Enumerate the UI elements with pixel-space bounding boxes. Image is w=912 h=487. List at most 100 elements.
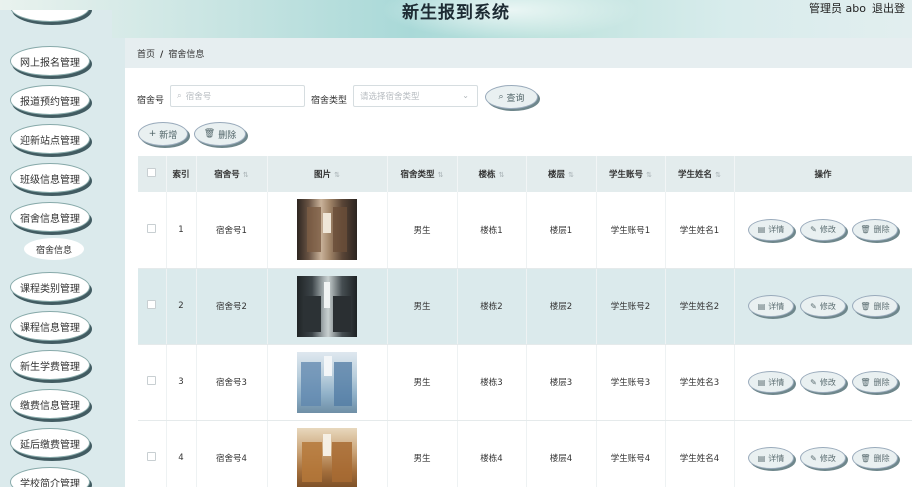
edit-button[interactable]: ✎ 修改 <box>800 295 846 317</box>
sort-icon[interactable]: ⇅ <box>715 171 721 179</box>
delete-button[interactable]: 🗑 删除 <box>852 295 898 317</box>
type-select[interactable]: 请选择宿舍类型 ⌄ <box>353 85 478 107</box>
trash-icon: 🗑 <box>860 377 871 387</box>
header-image[interactable]: 图片 ⇅ <box>267 156 388 192</box>
edit-button[interactable]: ✎ 修改 <box>800 218 846 241</box>
pencil-icon: ✎ <box>810 377 817 387</box>
sort-icon[interactable]: ⇅ <box>334 171 340 179</box>
dorm-photo[interactable] <box>297 275 357 337</box>
cell-room: 宿舍号2 <box>196 268 268 345</box>
row-select-cell[interactable] <box>138 268 167 345</box>
sidebar-item-class-info[interactable]: 班级信息管理 <box>10 163 90 193</box>
cell-name: 学生姓名2 <box>665 268 735 345</box>
cell-index: 1 <box>166 192 197 269</box>
detail-button[interactable]: ▤ 详情 <box>748 295 794 317</box>
cell-name: 学生姓名4 <box>665 420 735 487</box>
document-icon: ▤ <box>757 453 766 463</box>
edit-button[interactable]: ✎ 修改 <box>800 447 846 469</box>
edit-label: 修改 <box>819 453 836 463</box>
table-row: 3 宿舍号3 男生 楼栋3 楼层3 学生账号3 学生姓名3 ▤ 详情 ✎ 修改 🗑 删除 <box>138 344 912 421</box>
row-checkbox[interactable] <box>147 376 157 385</box>
logout-link[interactable]: 退出登 <box>872 0 912 16</box>
page-title: 新生报到系统 <box>402 3 510 23</box>
header-floor[interactable]: 楼层 ⇅ <box>526 156 597 192</box>
select-all-cell[interactable] <box>138 156 167 192</box>
select-all-checkbox[interactable] <box>147 168 157 177</box>
detail-button[interactable]: ▤ 详情 <box>748 371 794 393</box>
row-checkbox[interactable] <box>147 223 157 233</box>
cell-building: 楼栋3 <box>457 344 527 421</box>
sidebar-item-course-category[interactable]: 课程类别管理 <box>10 272 90 302</box>
header-ops: 操作 <box>734 156 912 192</box>
sidebar-item-payment-info[interactable]: 缴费信息管理 <box>10 389 90 419</box>
cell-account: 学生账号1 <box>596 192 666 269</box>
query-button[interactable]: ⌕ 查询 <box>485 85 538 109</box>
edit-button[interactable]: ✎ 修改 <box>800 371 846 393</box>
detail-button[interactable]: ▤ 详情 <box>748 218 794 241</box>
delete-label: 删除 <box>873 377 890 387</box>
batch-delete-label: 删除 <box>218 130 237 141</box>
trash-icon: 🗑 <box>860 225 871 235</box>
row-select-cell[interactable] <box>138 192 167 269</box>
header-type[interactable]: 宿舍类型 ⇅ <box>387 156 458 192</box>
delete-button[interactable]: 🗑 删除 <box>852 371 898 393</box>
cell-image <box>267 268 388 345</box>
breadcrumb-home[interactable]: 首页 <box>137 50 155 60</box>
row-select-cell[interactable] <box>138 344 167 421</box>
row-checkbox[interactable] <box>147 452 157 461</box>
sidebar-item-welcome-station[interactable]: 迎新站点管理 <box>10 124 90 154</box>
search-icon: ⌕ <box>498 92 504 102</box>
sidebar-item-partial[interactable] <box>10 10 90 22</box>
cell-index: 3 <box>166 344 197 421</box>
cell-ops: ▤ 详情 ✎ 修改 🗑 删除 <box>734 344 912 421</box>
header-building-label: 楼栋 <box>478 170 496 180</box>
sort-icon[interactable]: ⇅ <box>499 171 505 179</box>
header-name[interactable]: 学生姓名 ⇅ <box>665 156 735 192</box>
room-search-input[interactable]: ⌕ 宿舍号 <box>170 85 305 107</box>
table-header-row: 索引 宿舍号 ⇅ 图片 ⇅ 宿舍类型 ⇅ 楼栋 ⇅ 楼层 ⇅ 学生账号 ⇅ 学生姓名 ⇅ 操作 <box>138 156 912 192</box>
cell-building: 楼栋2 <box>457 268 527 345</box>
sidebar-item-school-intro[interactable]: 学校简介管理 <box>10 467 90 487</box>
add-button[interactable]: + 新增 <box>138 122 188 146</box>
type-select-label: 宿舍类型 <box>311 96 348 106</box>
sidebar-item-dorm-management[interactable]: 宿舍信息管理 <box>10 202 90 232</box>
header-room[interactable]: 宿舍号 ⇅ <box>196 156 268 192</box>
dorm-photo[interactable] <box>297 351 357 413</box>
sort-icon[interactable]: ⇅ <box>438 171 444 179</box>
cell-ops: ▤ 详情 ✎ 修改 🗑 删除 <box>734 420 912 487</box>
sidebar-item-online-registration[interactable]: 网上报名管理 <box>10 46 90 76</box>
header-building[interactable]: 楼栋 ⇅ <box>457 156 527 192</box>
delete-button[interactable]: 🗑 删除 <box>852 447 898 469</box>
delete-button[interactable]: 🗑 删除 <box>852 218 898 241</box>
sidebar-item-report-appointment[interactable]: 报道预约管理 <box>10 85 90 115</box>
trash-icon: 🗑 <box>860 453 871 463</box>
search-icon: ⌕ <box>177 91 182 101</box>
detail-button[interactable]: ▤ 详情 <box>748 447 794 469</box>
dorm-photo[interactable] <box>297 427 357 487</box>
detail-label: 详情 <box>768 453 785 463</box>
table-row: 2 宿舍号2 男生 楼栋2 楼层2 学生账号2 学生姓名2 ▤ 详情 ✎ 修改 🗑 删除 <box>138 268 912 345</box>
row-select-cell[interactable] <box>138 420 167 487</box>
document-icon: ▤ <box>757 225 766 235</box>
plus-icon: + <box>148 129 157 139</box>
cell-floor: 楼层4 <box>526 420 597 487</box>
sidebar-subitem-dorm-info[interactable]: 宿舍信息 <box>24 238 84 260</box>
sort-icon[interactable]: ⇅ <box>243 171 249 179</box>
cell-floor: 楼层2 <box>526 268 597 345</box>
sort-icon[interactable]: ⇅ <box>568 171 574 179</box>
sidebar-item-deferred-payment[interactable]: 延后缴费管理 <box>10 428 90 458</box>
top-bar: 新生报到系统 管理员 abo 退出登 <box>0 0 912 38</box>
dorm-table: 索引 宿舍号 ⇅ 图片 ⇅ 宿舍类型 ⇅ 楼栋 ⇅ 楼层 ⇅ 学生账号 ⇅ 学生姓名 ⇅ 操作… <box>138 156 912 487</box>
cell-index: 4 <box>166 420 197 487</box>
batch-delete-button[interactable]: 🗑 删除 <box>194 122 246 146</box>
row-checkbox[interactable] <box>147 300 157 309</box>
sort-icon[interactable]: ⇅ <box>646 171 652 179</box>
sidebar-item-tuition[interactable]: 新生学费管理 <box>10 350 90 380</box>
trash-icon: 🗑 <box>860 301 871 311</box>
breadcrumb-current: 宿舍信息 <box>168 50 205 60</box>
table-row: 4 宿舍号4 男生 楼栋4 楼层4 学生账号4 学生姓名4 ▤ 详情 ✎ 修改 🗑 删除 <box>138 420 912 487</box>
header-index: 索引 <box>166 156 197 192</box>
sidebar-item-course-info[interactable]: 课程信息管理 <box>10 311 90 341</box>
header-account[interactable]: 学生账号 ⇅ <box>596 156 666 192</box>
dorm-photo[interactable] <box>297 199 357 261</box>
